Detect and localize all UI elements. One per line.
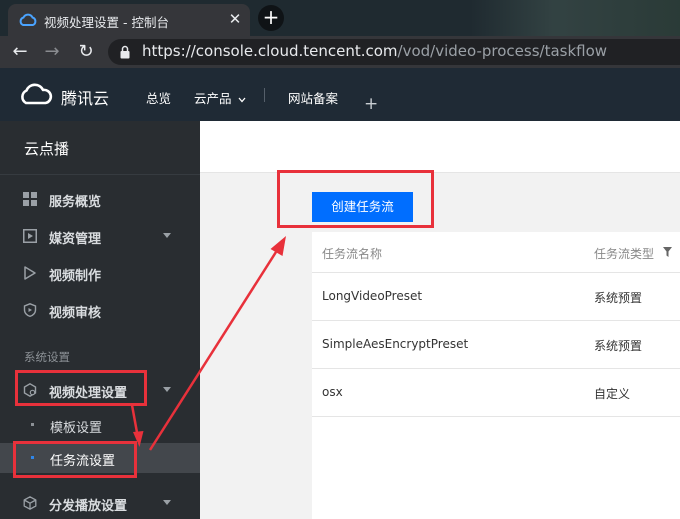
sidebar-item-video-review[interactable]: 视频审核 bbox=[0, 293, 200, 327]
tab-bar-background bbox=[470, 0, 680, 36]
table-header: 任务流名称 任务流类型 bbox=[312, 232, 680, 273]
table-row[interactable]: osx 自定义 bbox=[312, 369, 680, 417]
back-arrow-icon[interactable]: ← bbox=[8, 40, 32, 64]
url-text: https://console.cloud.tencent.com/vod/vi… bbox=[142, 42, 607, 60]
nav-divider bbox=[264, 88, 265, 102]
taskflow-name-cell: osx bbox=[322, 385, 343, 399]
tab-title: 视频处理设置 - 控制台 bbox=[44, 15, 169, 30]
grid-icon bbox=[23, 192, 37, 206]
taskflow-name-cell: LongVideoPreset bbox=[322, 289, 423, 303]
sidebar-title: 云点播 bbox=[24, 140, 70, 158]
browser-tab-bar: 视频处理设置 - 控制台 ✕ + bbox=[0, 0, 680, 36]
lock-icon bbox=[120, 45, 130, 59]
taskflow-type-cell: 自定义 bbox=[594, 387, 631, 401]
annotation-highlight-video-processing bbox=[15, 370, 147, 406]
table-row[interactable]: SimpleAesEncryptPreset 系统预置 bbox=[312, 321, 680, 369]
cube-icon bbox=[23, 496, 37, 510]
sidebar-item-label: 媒资管理 bbox=[49, 232, 102, 247]
sidebar-item-overview[interactable]: 服务概览 bbox=[0, 182, 200, 216]
browser-tab[interactable]: 视频处理设置 - 控制台 ✕ bbox=[8, 4, 250, 36]
forward-arrow-icon[interactable]: → bbox=[40, 40, 64, 64]
expand-arrow-icon bbox=[163, 500, 171, 505]
table-row[interactable]: LongVideoPreset 系统预置 bbox=[312, 273, 680, 321]
bullet-icon bbox=[31, 423, 34, 426]
page-header bbox=[200, 121, 680, 173]
sidebar-item-media[interactable]: 媒资管理 bbox=[0, 219, 200, 253]
sidebar-item-distribution-settings[interactable]: 分发播放设置 bbox=[0, 486, 200, 519]
nav-products[interactable]: 云产品 bbox=[194, 88, 246, 107]
expand-arrow-icon bbox=[163, 387, 171, 392]
expand-arrow-icon bbox=[163, 233, 171, 238]
play-icon bbox=[24, 266, 36, 280]
new-tab-button[interactable]: + bbox=[258, 5, 284, 31]
reload-icon[interactable]: ↻ bbox=[74, 40, 98, 64]
chevron-down-icon bbox=[238, 97, 245, 102]
close-tab-icon[interactable]: ✕ bbox=[226, 10, 244, 28]
annotation-highlight-taskflow-settings bbox=[13, 441, 137, 478]
sidebar-item-label: 服务概览 bbox=[49, 195, 102, 210]
nav-icp-filing[interactable]: 网站备案 bbox=[288, 88, 338, 107]
taskflow-table: 任务流名称 任务流类型 LongVideoPreset 系统预置 SimpleA… bbox=[312, 232, 680, 519]
url-bar[interactable]: https://console.cloud.tencent.com/vod/vi… bbox=[108, 39, 680, 65]
nav-products-label: 云产品 bbox=[194, 91, 232, 106]
sidebar-item-video-production[interactable]: 视频制作 bbox=[0, 256, 200, 290]
column-header-type: 任务流类型 bbox=[594, 247, 655, 261]
sidebar-subitem-label: 模板设置 bbox=[50, 421, 103, 436]
sidebar-item-label: 视频审核 bbox=[49, 306, 102, 321]
add-shortcut-icon[interactable]: + bbox=[364, 96, 378, 113]
annotation-highlight-create-button bbox=[277, 170, 434, 228]
sidebar-item-label: 视频制作 bbox=[49, 269, 102, 284]
taskflow-name-cell: SimpleAesEncryptPreset bbox=[322, 337, 469, 351]
tencent-cloud-favicon-icon bbox=[19, 13, 37, 26]
url-path: /vod/video-process/taskflow bbox=[397, 42, 608, 60]
tencent-cloud-logo-icon[interactable] bbox=[18, 82, 54, 106]
media-play-icon bbox=[23, 229, 37, 243]
console-top-nav: 腾讯云 总览 云产品 网站备案 + bbox=[0, 68, 680, 121]
filter-icon[interactable] bbox=[663, 247, 672, 257]
taskflow-type-cell: 系统预置 bbox=[594, 339, 643, 353]
sidebar-section-system-settings: 系统设置 bbox=[24, 350, 70, 364]
column-header-name: 任务流名称 bbox=[322, 247, 383, 261]
nav-overview[interactable]: 总览 bbox=[146, 88, 171, 107]
address-bar-row: ← → ↻ https://console.cloud.tencent.com/… bbox=[0, 36, 680, 68]
brand-name[interactable]: 腾讯云 bbox=[61, 85, 109, 109]
shield-icon bbox=[23, 303, 37, 317]
url-host: https://console.cloud.tencent.com bbox=[142, 42, 398, 60]
sidebar-item-label: 分发播放设置 bbox=[49, 499, 128, 514]
sidebar-subitem-template-settings[interactable]: 模板设置 bbox=[0, 410, 200, 440]
taskflow-type-cell: 系统预置 bbox=[594, 291, 643, 305]
sidebar-divider bbox=[0, 174, 200, 175]
